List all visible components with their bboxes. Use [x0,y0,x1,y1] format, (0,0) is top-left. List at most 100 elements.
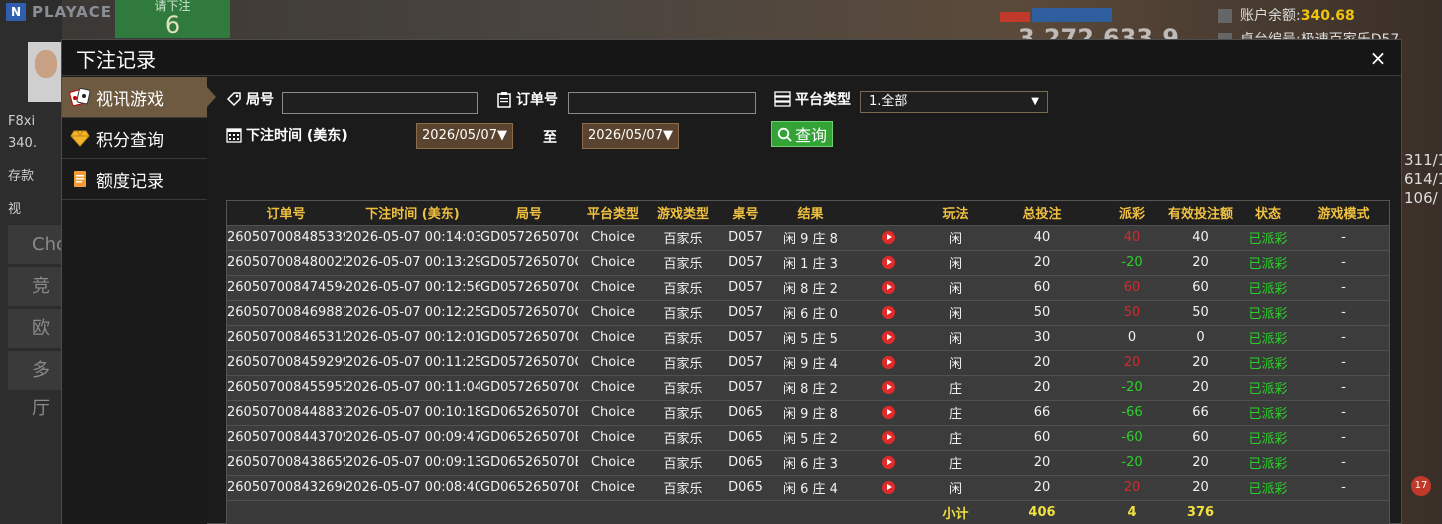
game-mode-cell: - [1298,399,1389,425]
replay-video-icon[interactable] [881,281,895,294]
bg-menu-compete: 竞 [8,266,63,306]
replay-video-icon[interactable] [881,231,895,244]
round-id-cell: GD065265070BM [480,474,578,500]
valid-bet-cell: 20 [1163,449,1238,475]
close-button[interactable]: × [1367,46,1389,70]
order-input[interactable] [568,92,756,114]
result-cell: 闲 8 庄 2 [773,274,848,300]
search-button[interactable]: 查询 [771,121,833,147]
platform-cell: Choice [578,249,648,275]
bet-type-cell: 庄 [928,374,983,400]
column-header [848,201,928,225]
replay-cell[interactable] [848,399,928,425]
modal-title: 下注记录 [76,48,156,72]
table-header: 订单号 下注时间 (美东) 局号 平台类型 游戏类型 桌号 结果 玩法 总投注 派彩 有效投注额 状态… [227,201,1389,225]
table-no-cell: D065 [718,399,773,425]
payout-cell: 20 [1101,349,1163,375]
valid-bet-cell: 60 [1163,424,1238,450]
empty-cell [773,499,848,524]
replay-cell[interactable] [848,374,928,400]
platform-cell: Choice [578,424,648,450]
platform-select[interactable]: 1.全部 ▼ [860,91,1048,113]
replay-video-icon[interactable] [881,381,895,394]
replay-cell[interactable] [848,474,928,500]
replay-cell[interactable] [848,224,928,250]
result-cell: 闲 5 庄 5 [773,324,848,350]
date-from-value: 2026/05/07 [422,128,497,143]
brand-logo-text: PLAYACE [32,3,113,21]
replay-cell[interactable] [848,274,928,300]
brand-logo: N PLAYACE [6,2,116,22]
replay-cell[interactable] [848,249,928,275]
bet-time-cell: 2026-05-07 00:13:29 [345,249,480,275]
date-from-picker[interactable]: 2026/05/07▼ [416,123,513,149]
payout-cell: 40 [1101,224,1163,250]
game-mode-cell: - [1298,224,1389,250]
platform-select-value: 1.全部 [869,94,908,109]
sidebar-item-video-games[interactable]: 视讯游戏 [62,77,216,118]
empty-cell [345,499,480,524]
bet-time-cell: 2026-05-07 00:11:04 [345,374,480,400]
bet-time-cell: 2026-05-07 00:12:56 [345,274,480,300]
replay-video-icon[interactable] [881,406,895,419]
column-header: 桌号 [718,201,773,225]
game-type-cell: 百家乐 [648,249,718,275]
replay-video-icon[interactable] [881,306,895,319]
subtotal-label: 小计 [928,499,983,524]
replay-video-icon[interactable] [881,356,895,369]
subtotal-total-bet: 406 [983,499,1101,524]
diamond-icon [68,127,92,149]
column-header: 游戏模式 [1298,201,1389,225]
replay-video-icon[interactable] [881,481,895,494]
table-body: 260507008485339 2026-05-07 00:14:03 GD0572… [227,224,1389,524]
date-to-value: 2026/05/07 [588,128,663,143]
round-input[interactable] [282,92,478,114]
table-row: 260507008443709 2026-05-07 00:09:47 GD0652… [227,424,1389,450]
game-type-cell: 百家乐 [648,399,718,425]
notification-badge[interactable]: 17 [1411,476,1431,496]
bet-time-cell: 2026-05-07 00:14:03 [345,224,480,250]
bet-type-cell: 闲 [928,324,983,350]
order-id-cell: 260507008469881 [227,299,345,325]
total-bet-cell: 30 [983,324,1101,350]
replay-video-icon[interactable] [881,256,895,269]
order-id-cell: 260507008443709 [227,424,345,450]
bet-time-cell: 2026-05-07 00:09:13 [345,449,480,475]
replay-cell[interactable] [848,424,928,450]
replay-cell[interactable] [848,299,928,325]
bg-balance: 340. [8,136,37,151]
platform-cell: Choice [578,449,648,475]
table-row: 260507008469881 2026-05-07 00:12:25 GD0572… [227,299,1389,325]
platform-cell: Choice [578,474,648,500]
date-to-picker[interactable]: 2026/05/07▼ [582,123,679,149]
document-icon [68,168,92,190]
tag-icon [226,91,242,107]
bg-username: F8xi [8,114,36,129]
bet-time-cell: 2026-05-07 00:08:40 [345,474,480,500]
clipboard-icon [496,91,512,108]
total-bet-cell: 20 [983,449,1101,475]
column-header: 下注时间 (美东) [345,201,480,225]
order-id-cell: 260507008432696 [227,474,345,500]
game-mode-cell: - [1298,449,1389,475]
sidebar-item-points[interactable]: 积分查询 [62,118,207,159]
replay-cell[interactable] [848,349,928,375]
replay-video-icon[interactable] [881,331,895,344]
game-type-cell: 百家乐 [648,324,718,350]
sidebar-item-credit-records[interactable]: 额度记录 [62,159,207,200]
bet-type-cell: 闲 [928,474,983,500]
order-id-cell: 260507008485339 [227,224,345,250]
replay-cell[interactable] [848,449,928,475]
payout-cell: 0 [1101,324,1163,350]
replay-cell[interactable] [848,324,928,350]
result-cell: 闲 6 庄 4 [773,474,848,500]
result-cell: 闲 6 庄 0 [773,299,848,325]
replay-video-icon[interactable] [881,456,895,469]
modal-header: 下注记录 × [62,40,1401,76]
total-bet-cell: 50 [983,299,1101,325]
bet-time-cell: 2026-05-07 00:11:25 [345,349,480,375]
chevron-down-icon: ▼ [496,128,507,143]
replay-video-icon[interactable] [881,431,895,444]
game-mode-cell: - [1298,249,1389,275]
valid-bet-cell: 20 [1163,374,1238,400]
